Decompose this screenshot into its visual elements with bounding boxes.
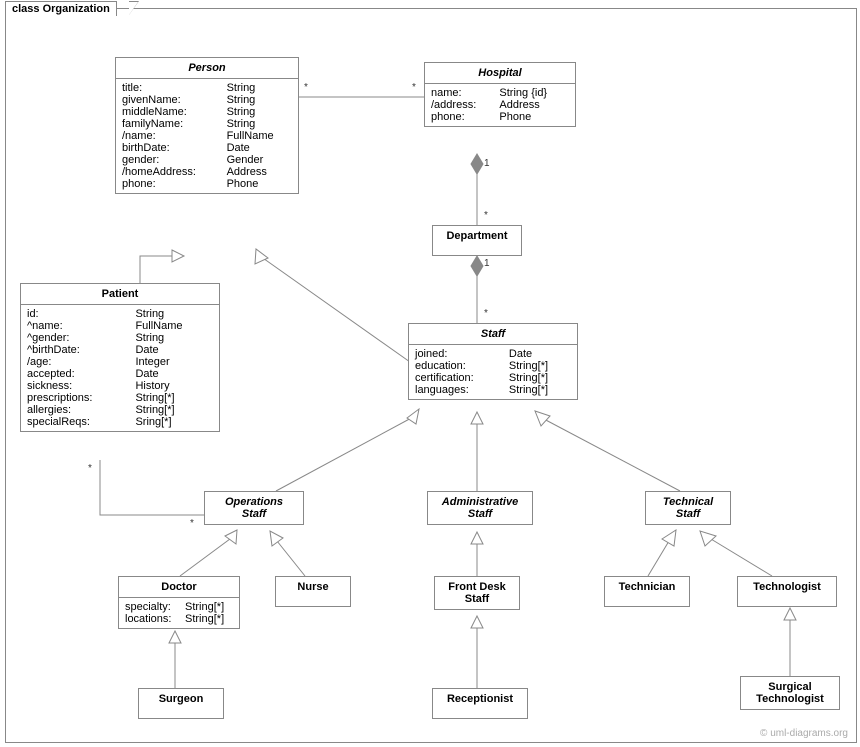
multiplicity: *	[190, 518, 194, 529]
class-title: Technician	[605, 577, 689, 597]
class-body: name:String {id}/address:Addressphone:Ph…	[425, 84, 575, 126]
class-title: Operations Staff	[205, 492, 303, 524]
class-technologist: Technologist	[737, 576, 837, 607]
class-title: Staff	[409, 324, 577, 345]
class-body: title:StringgivenName:StringmiddleName:S…	[116, 79, 298, 193]
multiplicity: *	[484, 210, 488, 221]
class-title: Surgeon	[139, 689, 223, 709]
multiplicity: 1	[484, 158, 490, 169]
class-technician: Technician	[604, 576, 690, 607]
class-operations-staff: Operations Staff	[204, 491, 304, 525]
class-title: Technologist	[738, 577, 836, 597]
class-hospital: Hospital name:String {id}/address:Addres…	[424, 62, 576, 127]
frame-title: class Organization	[5, 1, 117, 16]
class-surgical-technologist: Surgical Technologist	[740, 676, 840, 710]
class-body: specialty:String[*]locations:String[*]	[119, 598, 239, 628]
class-title: Surgical Technologist	[741, 677, 839, 709]
class-title: Administrative Staff	[428, 492, 532, 524]
multiplicity: 1	[484, 258, 490, 269]
class-front-desk-staff: Front Desk Staff	[434, 576, 520, 610]
class-staff: Staff joined:Dateeducation:String[*]cert…	[408, 323, 578, 400]
class-title: Department	[433, 226, 521, 246]
class-title: Nurse	[276, 577, 350, 597]
class-surgeon: Surgeon	[138, 688, 224, 719]
class-title: Front Desk Staff	[435, 577, 519, 609]
class-nurse: Nurse	[275, 576, 351, 607]
multiplicity: *	[304, 82, 308, 93]
multiplicity: *	[88, 463, 92, 474]
class-doctor: Doctor specialty:String[*]locations:Stri…	[118, 576, 240, 629]
watermark: © uml-diagrams.org	[760, 728, 848, 739]
class-title: Hospital	[425, 63, 575, 84]
class-title: Patient	[21, 284, 219, 305]
multiplicity: *	[412, 82, 416, 93]
class-title: Receptionist	[433, 689, 527, 709]
class-person: Person title:StringgivenName:Stringmiddl…	[115, 57, 299, 194]
class-patient: Patient id:String^name:FullName^gender:S…	[20, 283, 220, 432]
frame-tab-notch-inner	[129, 2, 138, 15]
class-title: Technical Staff	[646, 492, 730, 524]
uml-diagram: class Organization	[0, 0, 860, 747]
class-department: Department	[432, 225, 522, 256]
class-body: joined:Dateeducation:String[*]certificat…	[409, 345, 577, 399]
class-technical-staff: Technical Staff	[645, 491, 731, 525]
class-title: Doctor	[119, 577, 239, 598]
class-receptionist: Receptionist	[432, 688, 528, 719]
class-title: Person	[116, 58, 298, 79]
multiplicity: *	[484, 308, 488, 319]
class-body: id:String^name:FullName^gender:String^bi…	[21, 305, 219, 431]
class-administrative-staff: Administrative Staff	[427, 491, 533, 525]
